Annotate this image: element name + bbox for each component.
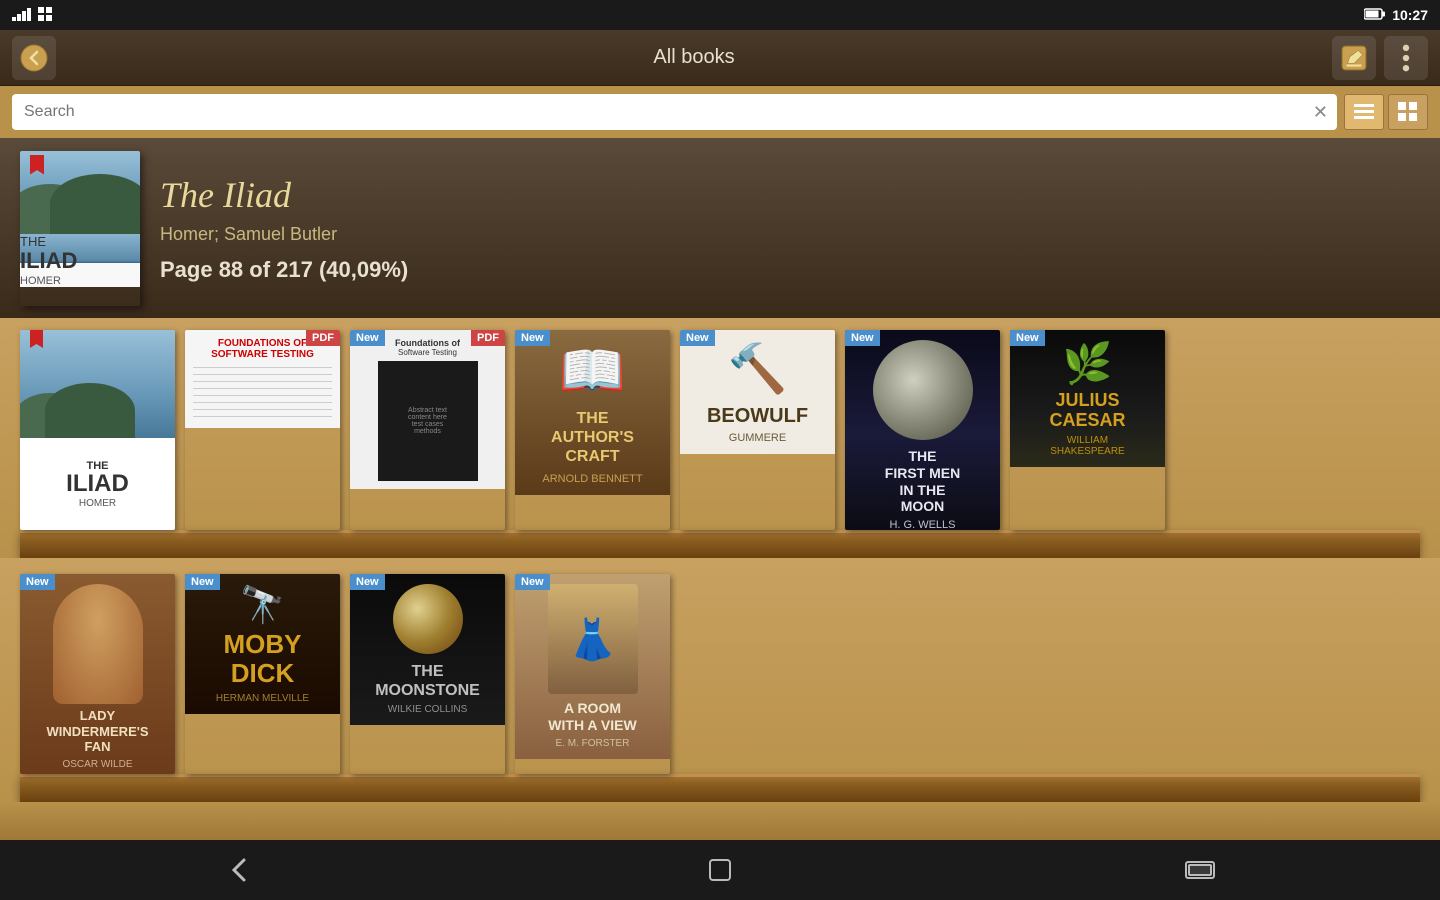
moby-title: MOBYDICK [224,630,302,687]
book-authors-craft[interactable]: 📖 THEAUTHOR'SCRAFT ARNOLD BENNETT New [515,330,670,530]
featured-cover-subtitle: THE [20,234,140,249]
grid-icon [38,7,54,24]
shelf-2-books: LADYWINDERMERE'SFAN OSCAR WILDE New 🔭 MO… [20,574,1420,774]
book-moby-cover: 🔭 MOBYDICK HERMAN MELVILLE New [185,574,340,774]
book-first-men[interactable]: THEFIRST MENIN THEMOON H. G. WELLS New [845,330,1000,530]
book-moonstone-cover: THEMOONSTONE WILKIE COLLINS New [350,574,505,774]
new-badge-lady: New [20,574,55,590]
book-moonstone[interactable]: THEMOONSTONE WILKIE COLLINS New [350,574,505,774]
book-testing[interactable]: Foundations of Software Testing Abstract… [350,330,505,530]
new-badge-beowulf: New [680,330,715,346]
moonstone-author: WILKIE COLLINS [388,704,467,715]
featured-info: The Iliad Homer; Samuel Butler Page 88 o… [160,174,1420,283]
book-iliad[interactable]: THE ILIAD HOMER [20,330,175,530]
featured-cover-author: HOMER [20,275,140,287]
status-icons-left [12,7,54,24]
top-bar: All books [0,30,1440,86]
clock: 10:27 [1392,7,1428,23]
featured-title: The Iliad [160,174,1420,216]
shelf-row-1: THE ILIAD HOMER FOUNDATIONS OF SOFTWARE … [0,318,1440,558]
moby-author: HERMAN MELVILLE [216,693,309,704]
book-first-men-cover: THEFIRST MENIN THEMOON H. G. WELLS New [845,330,1000,530]
book-julius-caesar[interactable]: 🌿 JULIUSCAESAR WILLIAMSHAKESPEARE New [1010,330,1165,530]
nav-home-button[interactable] [704,854,736,886]
new-badge-craft: New [515,330,550,346]
book-testing-cover: Foundations of Software Testing Abstract… [350,330,505,530]
beowulf-author: GUMMERE [729,432,786,444]
list-view-button[interactable] [1344,94,1384,130]
lady-title: LADYWINDERMERE'SFAN [46,708,148,755]
top-bar-right [1332,36,1428,80]
search-input[interactable] [12,94,1337,130]
craft-title: THEAUTHOR'SCRAFT [551,409,634,467]
woman-figure [53,584,143,704]
shelf-1-books: THE ILIAD HOMER FOUNDATIONS OF SOFTWARE … [20,330,1420,530]
new-badge-first-men: New [845,330,880,346]
hammer-icon: 🔨 [728,340,788,397]
wifi-icon [12,7,32,24]
beowulf-title: BEOWULF [707,405,808,428]
status-icons-right: 10:27 [1364,7,1428,23]
top-bar-left [12,36,56,80]
battery-icon [1364,8,1386,23]
new-badge-room: New [515,574,550,590]
nav-recent-button[interactable] [1184,860,1216,880]
grid-view-button[interactable] [1388,94,1428,130]
book-moby-dick[interactable]: 🔭 MOBYDICK HERMAN MELVILLE New [185,574,340,774]
featured-progress: Page 88 of 217 (40,09%) [160,257,1420,283]
featured-cover-title: ILIAD [20,249,140,273]
moonstone-title: THEMOONSTONE [375,662,480,700]
new-badge-julius: New [1010,330,1045,346]
nav-bar [0,840,1440,900]
book-julius-cover: 🌿 JULIUSCAESAR WILLIAMSHAKESPEARE New [1010,330,1165,530]
book-lady-windermere[interactable]: LADYWINDERMERE'SFAN OSCAR WILDE New [20,574,175,774]
moon-icon [873,340,973,440]
open-book-icon: 📖 [559,340,626,403]
featured-cover-text: THE ILIAD HOMER [20,234,140,287]
shelf-plank-1 [20,530,1420,558]
lower-area [0,802,1440,840]
book-beowulf[interactable]: 🔨 BEOWULF GUMMERE New [680,330,835,530]
telescope-icon: 🔭 [240,584,285,626]
view-toggle [1344,94,1428,130]
book-room-view[interactable]: 👗 A ROOMWITH A VIEW E. M. FORSTER New [515,574,670,774]
main-content: THE ILIAD HOMER The Iliad Homer; Samuel … [0,138,1440,840]
new-badge: New [350,330,385,346]
room-author: E. M. FORSTER [556,738,630,749]
edit-button[interactable] [1332,36,1376,80]
pdf-badge-2: PDF [471,330,505,346]
gem-icon [393,584,463,654]
book-iliad-cover: THE ILIAD HOMER [20,330,175,530]
featured-author: Homer; Samuel Butler [160,224,1420,245]
nav-back-button[interactable] [224,854,256,886]
book-lady-cover: LADYWINDERMERE'SFAN OSCAR WILDE New [20,574,175,774]
book-authors-craft-cover: 📖 THEAUTHOR'SCRAFT ARNOLD BENNETT New [515,330,670,530]
book-foundations[interactable]: FOUNDATIONS OF SOFTWARE TESTING PDF [185,330,340,530]
laurel-icon: 🌿 [1063,340,1113,387]
room-title: A ROOMWITH A VIEW [548,700,636,734]
book-beowulf-cover: 🔨 BEOWULF GUMMERE New [680,330,835,530]
featured-book-cover[interactable]: THE ILIAD HOMER [20,151,140,306]
new-badge-moonstone: New [350,574,385,590]
featured-banner[interactable]: THE ILIAD HOMER The Iliad Homer; Samuel … [0,138,1440,318]
status-bar: 10:27 [0,0,1440,30]
menu-button[interactable] [1384,36,1428,80]
new-badge-moby: New [185,574,220,590]
book-foundations-cover: FOUNDATIONS OF SOFTWARE TESTING PDF [185,330,340,530]
first-men-author: H. G. WELLS [889,519,955,530]
shelf-row-2: LADYWINDERMERE'SFAN OSCAR WILDE New 🔭 MO… [0,558,1440,802]
search-bar: ✕ [0,86,1440,138]
julius-title: JULIUSCAESAR [1049,391,1125,431]
shelf-plank-2 [20,774,1420,802]
book-room-cover: 👗 A ROOMWITH A VIEW E. M. FORSTER New [515,574,670,774]
search-clear-icon[interactable]: ✕ [1313,102,1328,123]
back-button[interactable] [12,36,56,80]
craft-author: ARNOLD BENNETT [542,473,642,485]
lady-author: OSCAR WILDE [62,759,132,770]
julius-author: WILLIAMSHAKESPEARE [1050,435,1124,457]
page-title: All books [56,46,1332,69]
first-men-title: THEFIRST MENIN THEMOON [885,448,960,515]
pdf-badge: PDF [306,330,340,346]
